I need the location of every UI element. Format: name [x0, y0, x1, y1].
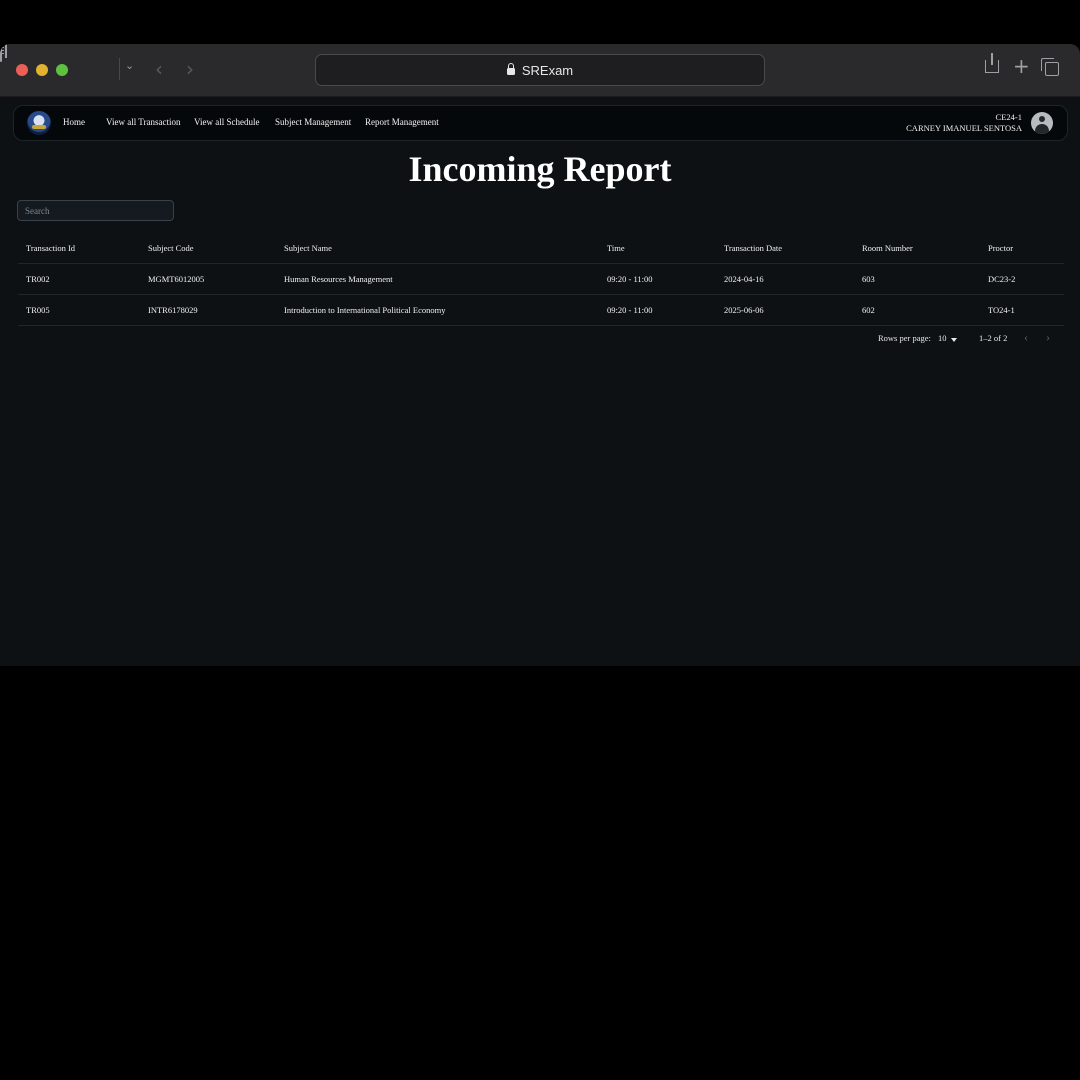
cell-time: 09:20 - 11:00	[607, 274, 653, 284]
app-navbar: Home View all Transaction View all Sched…	[13, 105, 1068, 141]
rows-per-page-label: Rows per page:	[878, 333, 931, 343]
cell-room-number: 602	[862, 305, 875, 315]
share-icon[interactable]	[985, 53, 999, 73]
column-header-subject-code[interactable]: Subject Code	[148, 233, 194, 263]
column-header-room-number[interactable]: Room Number	[862, 233, 913, 263]
cell-subject-name: Introduction to International Political …	[284, 305, 446, 315]
chevron-right-icon[interactable]: ›	[1046, 330, 1050, 345]
column-header-time[interactable]: Time	[607, 233, 625, 263]
toolbar-divider	[119, 58, 120, 80]
address-text: SRExam	[521, 62, 574, 78]
user-info: CE24-1 CARNEY IMANUEL SENTOSA	[906, 112, 1022, 134]
cell-subject-code: MGMT6012005	[148, 274, 205, 284]
new-tab-plus-icon[interactable]: +	[1013, 54, 1030, 78]
lock-icon	[506, 62, 515, 75]
cell-transaction-id: TR005	[26, 305, 50, 315]
cell-room-number: 603	[862, 274, 875, 284]
minimize-window-button[interactable]	[36, 64, 48, 76]
nav-view-all-schedule[interactable]: View all Schedule	[194, 117, 259, 127]
cell-transaction-date: 2024-04-16	[724, 274, 764, 284]
chevron-left-icon[interactable]: ‹	[1024, 330, 1028, 345]
caret-down-icon[interactable]	[951, 338, 957, 342]
page-title: Incoming Report	[408, 149, 672, 189]
search-input[interactable]	[17, 200, 174, 221]
user-name: CARNEY IMANUEL SENTOSA	[906, 123, 1022, 133]
table-row[interactable]: TR002 MGMT6012005 Human Resources Manage…	[18, 264, 1064, 295]
zoom-window-button[interactable]	[56, 64, 68, 76]
column-header-proctor[interactable]: Proctor	[988, 233, 1013, 263]
rows-per-page-select[interactable]: 10	[938, 333, 947, 343]
forward-arrow-icon[interactable]: ›	[186, 57, 194, 81]
pagination-range: 1–2 of 2	[979, 333, 1008, 343]
back-arrow-icon[interactable]: ‹	[155, 57, 163, 81]
cell-subject-name: Human Resources Management	[284, 274, 393, 284]
column-header-transaction-id[interactable]: Transaction Id	[26, 233, 75, 263]
user-code: CE24-1	[995, 112, 1022, 122]
cell-time: 09:20 - 11:00	[607, 305, 653, 315]
browser-titlebar: ⌄ ‹ › SRExam +	[0, 44, 1080, 97]
tab-overview-icon[interactable]	[1041, 58, 1059, 76]
report-table: Transaction Id Subject Code Subject Name…	[18, 233, 1064, 326]
cell-subject-code: INTR6178029	[148, 305, 198, 315]
cell-proctor: DC23-2	[988, 274, 1016, 284]
sidebar-toggle-icon[interactable]	[0, 44, 2, 62]
chevron-down-icon[interactable]: ⌄	[125, 59, 134, 72]
cell-proctor: TO24-1	[988, 305, 1015, 315]
table-header-row: Transaction Id Subject Code Subject Name…	[18, 233, 1064, 264]
close-window-button[interactable]	[16, 64, 28, 76]
nav-view-all-transaction[interactable]: View all Transaction	[106, 117, 180, 127]
nav-report-management[interactable]: Report Management	[365, 117, 439, 127]
nav-subject-management[interactable]: Subject Management	[275, 117, 351, 127]
table-row[interactable]: TR005 INTR6178029 Introduction to Intern…	[18, 295, 1064, 326]
cell-transaction-id: TR002	[26, 274, 50, 284]
university-logo[interactable]	[27, 111, 51, 135]
cell-transaction-date: 2025-06-06	[724, 305, 764, 315]
browser-window: ⌄ ‹ › SRExam + Home View all Transaction…	[0, 44, 1080, 666]
column-header-subject-name[interactable]: Subject Name	[284, 233, 332, 263]
nav-home[interactable]: Home	[63, 117, 85, 127]
avatar[interactable]	[1031, 112, 1053, 134]
address-bar[interactable]: SRExam	[315, 54, 765, 86]
column-header-transaction-date[interactable]: Transaction Date	[724, 233, 782, 263]
